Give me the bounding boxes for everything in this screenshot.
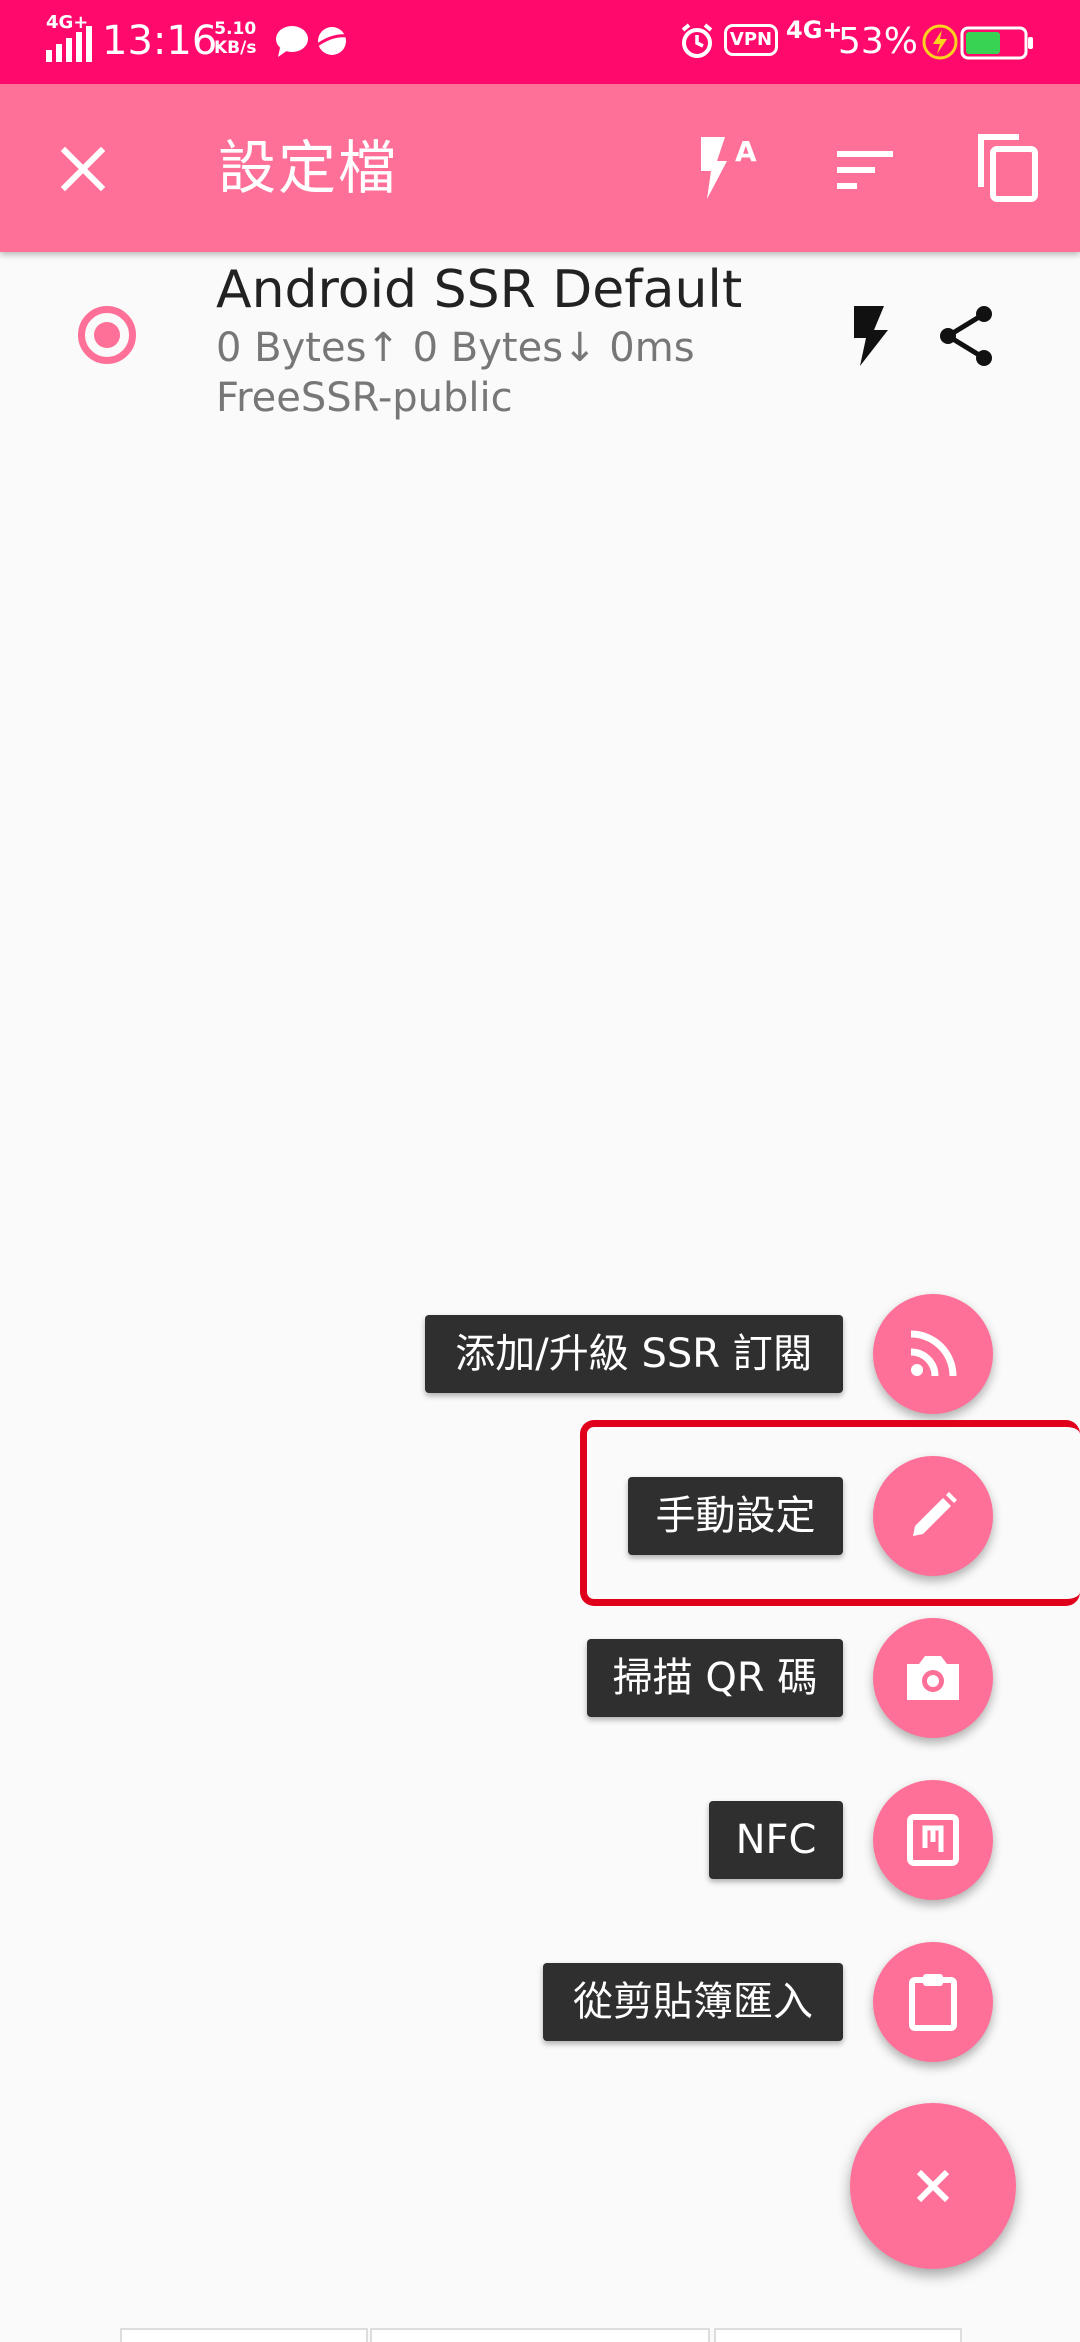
pencil-icon — [913, 1492, 957, 1536]
manual-settings-label[interactable]: 手動設定 — [628, 1477, 843, 1555]
svg-text:A: A — [735, 135, 757, 168]
planet-icon — [315, 27, 349, 55]
close-icon — [916, 2169, 950, 2203]
battery-percentage: 53% — [838, 21, 919, 62]
nfc-label[interactable]: NFC — [709, 1801, 843, 1879]
network-speed: 5.10 KB/s — [214, 20, 256, 58]
chat-bubble-icon — [276, 26, 308, 57]
flash-auto-icon: A — [701, 135, 757, 199]
battery-icon — [960, 26, 1033, 60]
rss-icon — [910, 1330, 957, 1377]
camera-icon — [907, 1656, 959, 1700]
nfc-button[interactable] — [873, 1780, 993, 1900]
sort-button[interactable] — [822, 126, 908, 212]
add-subscription-label[interactable]: 添加/升級 SSR 訂閱 — [425, 1315, 843, 1393]
clipboard-icon — [909, 1974, 957, 2031]
flash-icon — [854, 306, 888, 366]
scan-qr-label[interactable]: 掃描 QR 碼 — [587, 1639, 843, 1717]
vpn-icon: VPN — [724, 24, 778, 56]
share-button[interactable] — [928, 296, 1004, 376]
test-latency-button[interactable]: A — [680, 124, 766, 210]
nfc-icon — [907, 1814, 959, 1866]
profile-name: Android SSR Default — [216, 260, 743, 320]
clock: 13:16 — [102, 18, 218, 64]
scan-qr-button[interactable] — [873, 1618, 993, 1738]
speed-dial-close-button[interactable] — [850, 2103, 1016, 2269]
copy-icon — [978, 134, 1038, 202]
network-type-label: 4G+ — [46, 12, 89, 33]
page-title: 設定檔 — [218, 134, 399, 202]
profile-selected-radio[interactable] — [78, 306, 136, 364]
import-clipboard-label[interactable]: 從剪貼簿匯入 — [543, 1963, 843, 2041]
close-button[interactable] — [40, 126, 126, 212]
close-icon — [60, 146, 106, 192]
lightning-icon — [922, 24, 958, 60]
test-profile-button[interactable] — [840, 296, 900, 376]
network-type-label-secondary: 4G+ — [786, 16, 843, 44]
alarm-icon — [681, 23, 713, 58]
speed-unit: KB/s — [214, 38, 257, 58]
import-clipboard-button[interactable] — [873, 1942, 993, 2062]
status-bar: 4G+ 13:16 5.10 KB/s VPN 4G+ 53% — [0, 0, 1080, 84]
app-toolbar: 設定檔 A — [0, 84, 1080, 252]
share-icon — [940, 306, 992, 366]
sort-icon — [837, 151, 893, 189]
speed-value: 5.10 — [214, 19, 257, 39]
profile-traffic-stats: 0 Bytes↑ 0 Bytes↓ 0ms — [216, 325, 695, 371]
add-subscription-button[interactable] — [873, 1294, 993, 1414]
profile-list-item[interactable]: Android SSR Default 0 Bytes↑ 0 Bytes↓ 0m… — [0, 252, 1080, 432]
manual-settings-button[interactable] — [873, 1456, 993, 1576]
copy-button[interactable] — [964, 124, 1050, 210]
profile-group: FreeSSR-public — [216, 375, 513, 421]
